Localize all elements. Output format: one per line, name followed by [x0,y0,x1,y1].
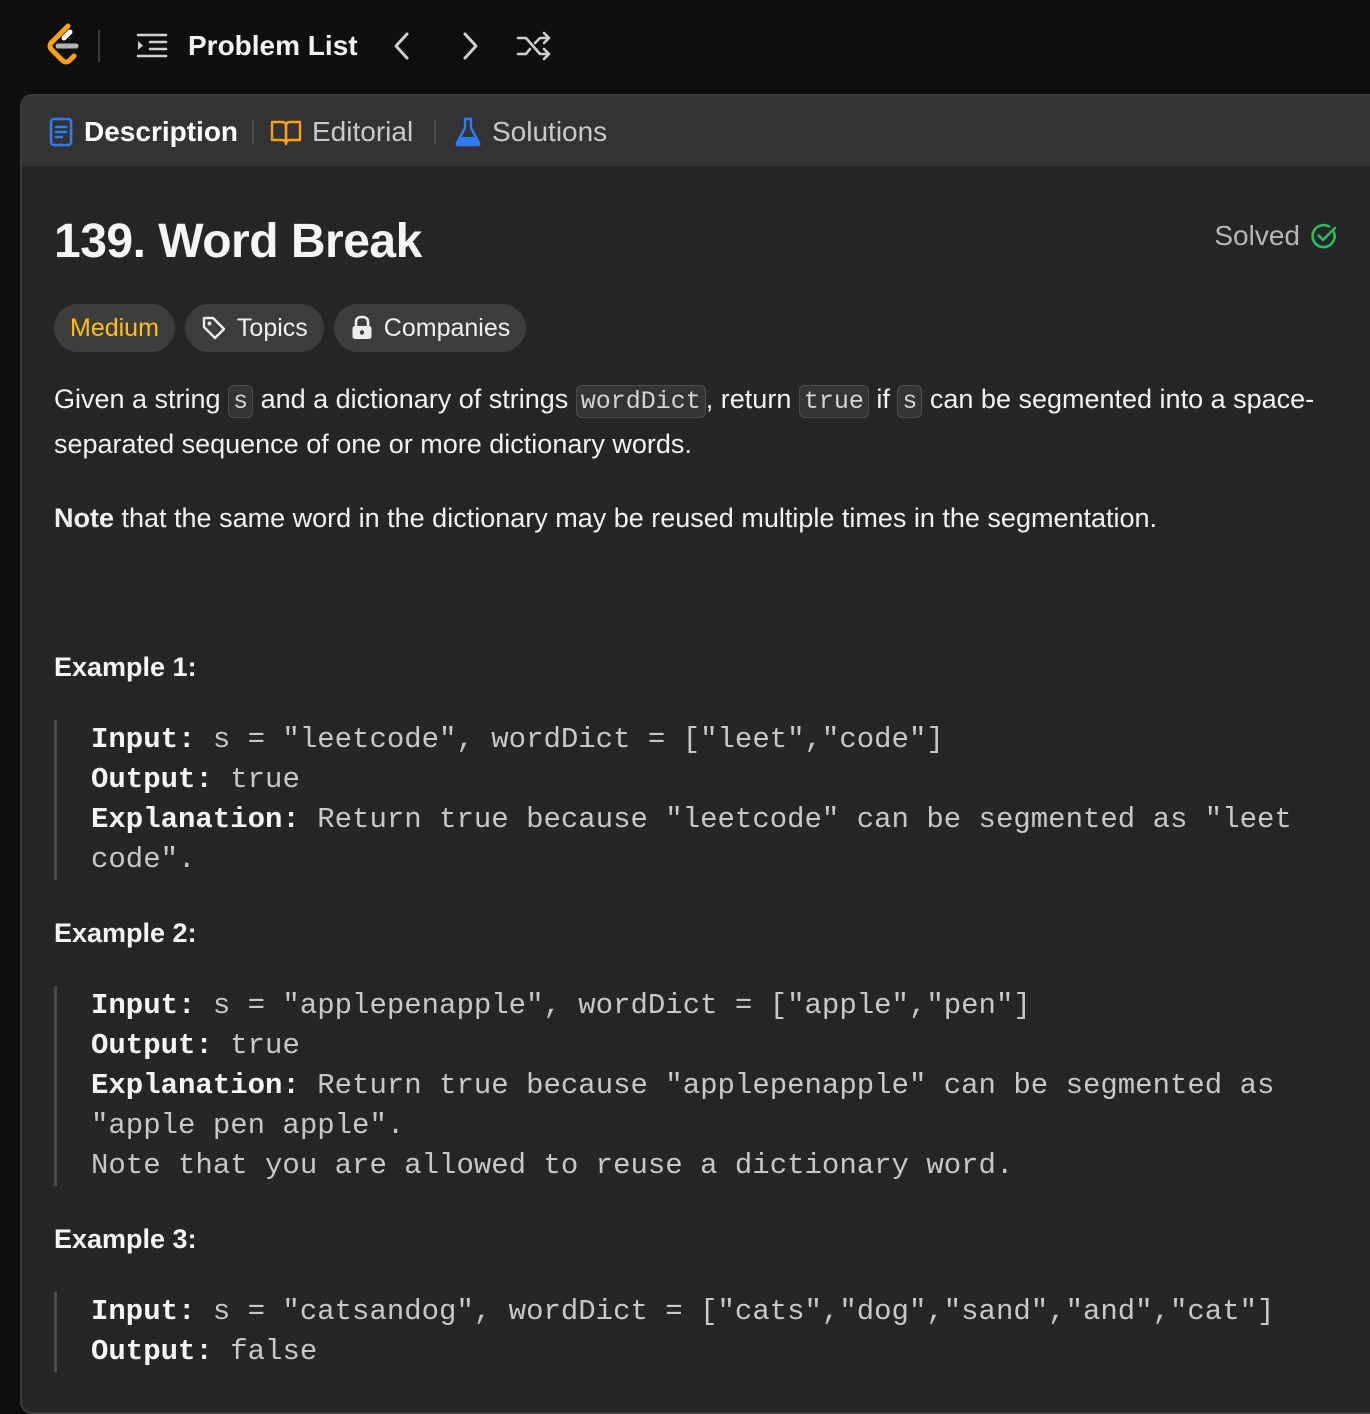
problem-description: Given a string s and a dictionary of str… [54,378,1344,539]
example-title: Example 2: [54,918,197,948]
input-label: Input: [91,989,196,1022]
desc-text: , return [705,384,799,414]
inline-code: s [228,385,254,418]
tab-separator [252,120,254,144]
inline-code: true [798,385,869,418]
description-paragraph: Given a string s and a dictionary of str… [54,378,1344,465]
tab-description[interactable]: Description [48,112,238,152]
output-value: true [212,1029,300,1062]
solved-status: Solved [1214,220,1338,252]
example-input: Input: s = "leetcode", wordDict = ["leet… [91,720,1354,760]
explanation-label: Explanation: [91,803,300,836]
example-title: Example 1: [54,652,197,682]
tab-description-label: Description [84,116,239,147]
tab-separator [434,120,436,144]
desc-text: Given a string [54,384,229,414]
desc-text: if [868,384,898,414]
output-value: true [212,763,300,796]
inline-code: wordDict [575,385,706,418]
shuffle-icon [516,31,551,61]
problem-tags: Medium Topics Companies [54,304,536,352]
top-bar: Problem List [0,0,1370,94]
example-output: Output: false [91,1332,1354,1372]
leetcode-logo-icon[interactable] [42,22,86,70]
problem-list-icon[interactable] [134,30,170,62]
example-block: Input: s = "applepenapple", wordDict = [… [54,986,1354,1186]
example-input: Input: s = "applepenapple", wordDict = [… [91,986,1354,1026]
tab-solutions-label: Solutions [492,116,608,147]
output-value: false [212,1335,318,1368]
example-explanation: Explanation: Return true because "applep… [91,1066,1354,1146]
example-note: Note that you are allowed to reuse a dic… [91,1149,1014,1182]
problem-title: 139. Word Break [54,215,422,268]
input-label: Input: [91,723,196,756]
topics-button[interactable]: Topics [184,304,324,352]
companies-button[interactable]: Companies [333,304,527,352]
output-label: Output: [91,1335,213,1368]
example-title: Example 3: [54,1224,197,1254]
note-text: that the same word in the dictionary may… [114,503,1158,533]
next-problem-button[interactable] [450,26,490,66]
difficulty-badge: Medium [54,304,175,352]
note-bold: Note [54,503,114,533]
explanation-label: Explanation: [91,1069,300,1102]
input-value: s = "leetcode", wordDict = ["leet","code… [195,723,944,756]
example-block: Input: s = "leetcode", wordDict = ["leet… [54,720,1354,880]
solved-label: Solved [1214,220,1300,251]
example-output: Output: true [91,760,1354,800]
tab-editorial-label: Editorial [312,116,414,147]
problem-list-button[interactable]: Problem List [188,28,358,64]
example-input: Input: s = "catsandog", wordDict = ["cat… [91,1292,1354,1332]
description-panel: Description Editorial Solutions 139. Wor… [20,94,1370,1414]
input-value: s = "applepenapple", wordDict = ["apple"… [195,989,1031,1022]
input-label: Input: [91,1295,196,1328]
random-problem-button[interactable] [514,26,554,66]
example-block: Input: s = "catsandog", wordDict = ["cat… [54,1292,1354,1372]
lock-icon [352,315,372,339]
tab-solutions[interactable]: Solutions [454,112,607,152]
example-output: Output: true [91,1026,1354,1066]
book-icon [270,120,302,146]
topbar-divider [98,30,100,62]
input-value: s = "catsandog", wordDict = ["cats","dog… [195,1295,1275,1328]
chevron-left-icon [394,32,409,60]
flask-icon [455,117,481,147]
topics-label: Topics [236,313,308,342]
companies-label: Companies [383,313,511,342]
tab-editorial[interactable]: Editorial [270,112,413,152]
inline-code: s [897,385,923,418]
note-paragraph: Note that the same word in the dictionar… [54,497,1344,539]
output-label: Output: [91,1029,213,1062]
check-circle-icon [1311,223,1337,249]
description-icon [49,117,73,147]
tab-bar: Description Editorial Solutions [22,96,1370,166]
desc-text: and a dictionary of strings [253,384,576,414]
output-label: Output: [91,763,213,796]
example-explanation: Explanation: Return true because "leetco… [91,800,1354,880]
chevron-right-icon [463,32,478,60]
tag-icon [202,316,226,340]
previous-problem-button[interactable] [382,26,422,66]
